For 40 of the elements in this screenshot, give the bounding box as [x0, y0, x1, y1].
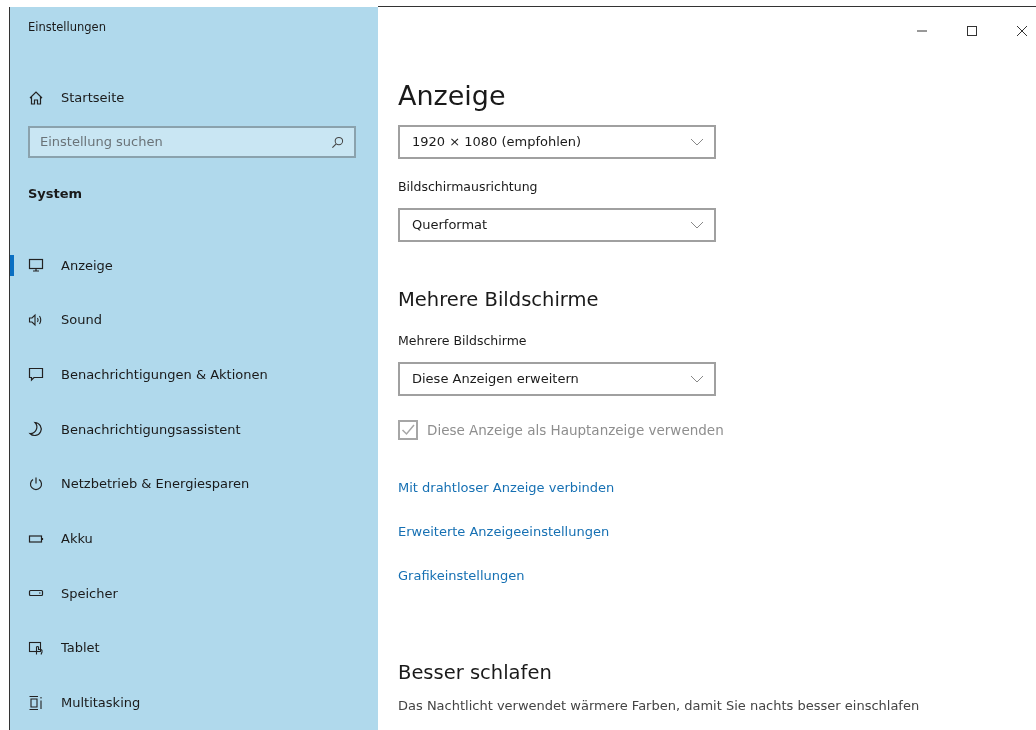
section-heading: Besser schlafen	[398, 660, 553, 684]
orientation-dropdown[interactable]: Querformat	[398, 207, 716, 242]
nav-item[interactable]: Benachrichtigungen & Aktionen	[10, 347, 378, 402]
power-icon	[28, 475, 44, 492]
settings-link[interactable]: Mit drahtloser Anzeige verbinden	[398, 477, 615, 498]
nav-item[interactable]: Benachrichtigungsassistent	[10, 401, 378, 457]
home-link[interactable]: Startseite	[28, 87, 125, 108]
checkbox-label: Diese Anzeige als Hauptanzeige verwenden	[427, 421, 724, 438]
section-heading: Mehrere Bildschirme	[398, 287, 600, 311]
sound-icon	[28, 311, 44, 328]
nav-item[interactable]: Sound	[10, 292, 378, 348]
description-text: Das Nachtlicht verwendet wärmere Farben, damit Sie nachts besser einschlafen	[398, 696, 921, 715]
page-title: Anzeige	[398, 78, 507, 113]
chevron-icon	[690, 137, 704, 146]
maximize-icon[interactable]	[966, 24, 978, 37]
displays-dropdown[interactable]: Diese Anzeigen erweitern	[398, 361, 716, 396]
nav-item[interactable]: Speicher	[10, 565, 378, 621]
close-icon[interactable]	[1016, 24, 1028, 37]
settings-link[interactable]: Erweiterte Anzeigeeinstellungen	[398, 521, 610, 542]
multitask-icon	[28, 694, 44, 711]
moon-icon	[28, 421, 44, 438]
settings-link[interactable]: Grafikeinstellungen	[398, 565, 525, 586]
chevron-icon	[690, 220, 704, 229]
monitor-icon	[28, 257, 44, 274]
tablet-icon	[28, 639, 44, 656]
home-icon	[28, 89, 44, 106]
nav-item[interactable]: Akku	[10, 511, 378, 566]
chat-icon	[28, 366, 44, 383]
nav-item[interactable]: Multitasking	[10, 675, 378, 730]
search-field[interactable]: Einstellung suchen	[28, 125, 356, 158]
field-label: Bildschirmausrichtung	[398, 178, 539, 194]
window-title: Einstellungen	[28, 20, 107, 36]
section-heading: System	[28, 185, 84, 203]
nav-item[interactable]: Anzeige	[10, 237, 378, 293]
search-icon	[331, 135, 344, 149]
resolution-dropdown[interactable]: 1920 × 1080 (empfohlen)	[398, 124, 716, 159]
nav-item[interactable]: Tablet	[10, 620, 378, 676]
chevron-icon	[690, 374, 704, 383]
nav-item[interactable]: Netzbetrieb & Energiesparen	[10, 456, 378, 512]
field-label: Mehrere Bildschirme	[398, 332, 528, 348]
